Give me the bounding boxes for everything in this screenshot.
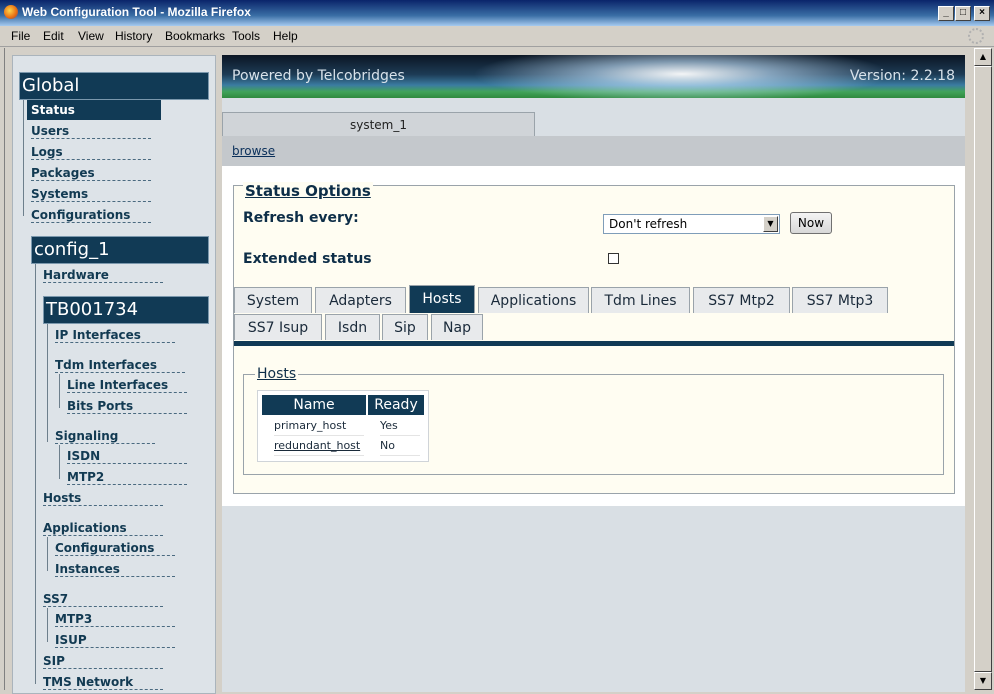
host-ready-redundant: No xyxy=(380,437,420,456)
status-options-box xyxy=(233,185,955,285)
maximize-button[interactable]: □ xyxy=(955,6,971,21)
menu-history[interactable]: History xyxy=(115,29,152,43)
sidebar-item-signaling[interactable]: Signaling xyxy=(55,429,155,444)
sidebar-item-sip[interactable]: SIP xyxy=(43,654,163,669)
sidebar-item-hosts[interactable]: Hosts xyxy=(43,491,163,506)
scroll-down-icon[interactable]: ▼ xyxy=(974,672,992,690)
sidebar-item-systems[interactable]: Systems xyxy=(31,187,151,202)
window-title: Web Configuration Tool - Mozilla Firefox xyxy=(22,5,251,19)
hosts-legend: Hosts xyxy=(255,366,299,382)
sidebar-item-users[interactable]: Users xyxy=(31,124,151,139)
tab-underline xyxy=(234,341,954,346)
tab-isdn[interactable]: Isdn xyxy=(325,314,380,340)
browse-bar: browse xyxy=(222,136,965,166)
tab-ss7-isup[interactable]: SS7 Isup xyxy=(234,314,322,340)
sidebar-global-header: Global xyxy=(19,72,209,100)
hosts-table: Name Ready primary_host Yes redundant_ho… xyxy=(257,390,429,462)
banner-version: Version: 2.2.18 xyxy=(849,68,955,84)
host-name-primary[interactable]: primary_host xyxy=(274,417,364,436)
extended-status-checkbox[interactable] xyxy=(608,253,619,264)
tab-applications[interactable]: Applications xyxy=(478,287,589,313)
sidebar-item-isdn[interactable]: ISDN xyxy=(67,449,187,464)
sidebar-item-mtp2[interactable]: MTP2 xyxy=(67,470,187,485)
host-ready-primary: Yes xyxy=(380,417,420,436)
menu-bar: File Edit View History Bookmarks Tools H… xyxy=(0,26,994,47)
menu-tools[interactable]: Tools xyxy=(232,29,260,43)
sidebar-item-applications[interactable]: Applications xyxy=(43,521,163,536)
minimize-button[interactable]: _ xyxy=(938,6,954,21)
chevron-down-icon[interactable]: ▼ xyxy=(763,216,778,232)
sidebar-device-header[interactable]: TB001734 xyxy=(43,296,209,324)
scrollbar-thumb[interactable] xyxy=(974,66,992,672)
tab-sip[interactable]: Sip xyxy=(382,314,428,340)
sidebar-item-line-interfaces[interactable]: Line Interfaces xyxy=(67,378,187,393)
refresh-label: Refresh every: xyxy=(243,210,359,226)
sidebar: Global Status Users Logs Packages System… xyxy=(12,55,216,694)
tab-ss7-mtp2[interactable]: SS7 Mtp2 xyxy=(693,287,790,313)
refresh-select[interactable]: Don't refresh ▼ xyxy=(603,214,780,234)
sidebar-config-header[interactable]: config_1 xyxy=(31,236,209,264)
sidebar-item-packages[interactable]: Packages xyxy=(31,166,151,181)
sidebar-item-status[interactable]: Status xyxy=(27,100,161,120)
sidebar-item-app-configurations[interactable]: Configurations xyxy=(55,541,175,556)
close-button[interactable]: × xyxy=(974,6,990,21)
refresh-select-value: Don't refresh xyxy=(609,217,688,231)
firefox-icon xyxy=(4,5,18,19)
sidebar-item-ss7[interactable]: SS7 xyxy=(43,592,163,607)
tab-adapters[interactable]: Adapters xyxy=(315,287,406,313)
sidebar-item-isup[interactable]: ISUP xyxy=(55,633,175,648)
tab-nap[interactable]: Nap xyxy=(431,314,483,340)
sidebar-item-mtp3[interactable]: MTP3 xyxy=(55,612,175,627)
hosts-col-ready: Ready xyxy=(368,395,424,415)
sidebar-item-tms-network[interactable]: TMS Network xyxy=(43,675,163,690)
menu-help[interactable]: Help xyxy=(273,29,298,43)
tab-ss7-mtp3[interactable]: SS7 Mtp3 xyxy=(792,287,888,313)
banner-powered-by: Powered by Telcobridges xyxy=(232,68,405,84)
sidebar-item-configurations[interactable]: Configurations xyxy=(31,208,151,223)
sidebar-item-logs[interactable]: Logs xyxy=(31,145,151,160)
now-button[interactable]: Now xyxy=(790,212,832,234)
menu-file[interactable]: File xyxy=(11,29,30,43)
menu-view[interactable]: View xyxy=(78,29,104,43)
sidebar-item-ip-interfaces[interactable]: IP Interfaces xyxy=(55,328,175,343)
tab-system[interactable]: System xyxy=(234,287,312,313)
sidebar-item-bits-ports[interactable]: Bits Ports xyxy=(67,399,187,414)
throbber-icon xyxy=(968,28,984,44)
window-title-bar: Web Configuration Tool - Mozilla Firefox… xyxy=(0,0,994,26)
host-name-redundant[interactable]: redundant_host xyxy=(274,437,364,456)
sidebar-item-tdm-interfaces[interactable]: Tdm Interfaces xyxy=(55,358,185,373)
scroll-up-icon[interactable]: ▲ xyxy=(974,48,992,66)
menu-edit[interactable]: Edit xyxy=(43,29,64,43)
hosts-col-name: Name xyxy=(262,395,366,415)
menu-bookmarks[interactable]: Bookmarks xyxy=(165,29,225,43)
tab-hosts[interactable]: Hosts xyxy=(409,285,475,313)
extended-status-label: Extended status xyxy=(243,251,372,267)
sidebar-item-app-instances[interactable]: Instances xyxy=(55,562,175,577)
tab-tdm-lines[interactable]: Tdm Lines xyxy=(591,287,690,313)
tab-system-1[interactable]: system_1 xyxy=(222,112,535,137)
sidebar-item-hardware[interactable]: Hardware xyxy=(43,268,163,283)
browse-link[interactable]: browse xyxy=(232,144,275,158)
banner: Powered by Telcobridges Version: 2.2.18 xyxy=(222,55,965,98)
status-options-legend: Status Options xyxy=(243,182,373,200)
